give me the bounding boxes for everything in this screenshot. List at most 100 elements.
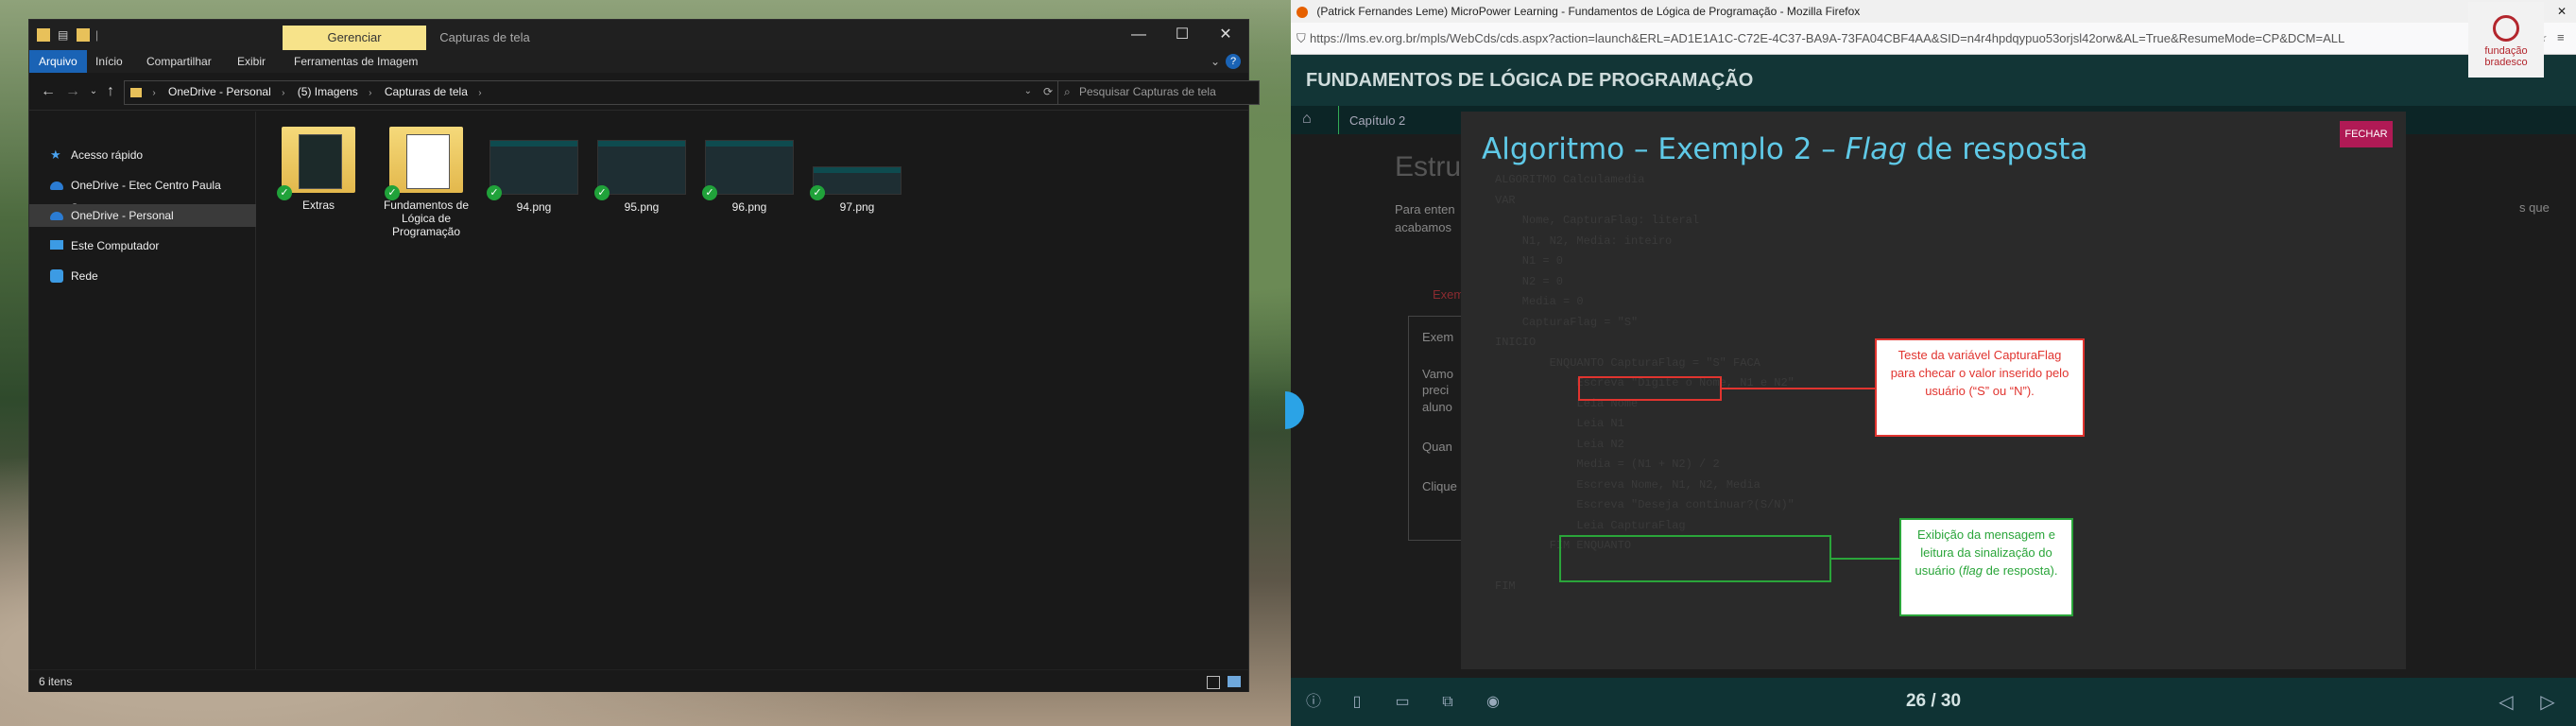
file-item-fundamentos[interactable]: ✓ Fundamentos de Lógica de Programação — [375, 127, 477, 238]
breadcrumb-onedrive[interactable]: OneDrive - Personal — [168, 81, 271, 102]
nav-item-label: OneDrive - Personal — [71, 209, 174, 222]
file-name: 95.png — [624, 200, 660, 214]
lesson-paragraph-fragment: s que — [2519, 200, 2550, 215]
file-name: Fundamentos de Lógica de Programação — [383, 199, 470, 238]
address-dropdown-icon[interactable]: ⌄ — [1024, 81, 1032, 102]
quick-access-dropdown-icon[interactable]: | — [95, 28, 109, 42]
save-icon[interactable]: ▤ — [58, 28, 71, 42]
folder-icon — [282, 127, 355, 193]
synced-check-icon: ✓ — [277, 185, 292, 200]
page-indicator: 26 / 30 — [1905, 691, 1962, 711]
close-button[interactable]: ✕ — [2557, 0, 2567, 23]
new-folder-icon[interactable] — [77, 28, 90, 42]
lesson-card: Exem Vamo preci aluno Quan Clique — [1408, 316, 1467, 541]
document-icon[interactable]: ▯ — [1348, 693, 1366, 712]
info-icon[interactable]: ⓘ — [1304, 693, 1323, 712]
file-name: 96.png — [731, 200, 767, 214]
large-icons-view-icon[interactable] — [1228, 676, 1241, 687]
fundacao-bradesco-logo: fundação bradesco — [2468, 2, 2544, 78]
tab-exibir[interactable]: Exibir — [228, 50, 275, 73]
chevron-right-icon: › — [369, 88, 372, 98]
example-modal: Algoritmo – Exemplo 2 – Flag de resposta… — [1461, 112, 2406, 669]
tab-ferramentas-de-imagem[interactable]: Ferramentas de Imagem — [284, 50, 427, 73]
nav-item-onedrive-etec[interactable]: OneDrive - Etec Centro Paula Souza — [29, 174, 256, 215]
menu-icon[interactable]: ≡ — [2557, 30, 2565, 44]
file-name: 97.png — [839, 200, 875, 214]
nav-item-onedrive-personal[interactable]: OneDrive - Personal — [29, 204, 256, 227]
back-icon[interactable]: ← — [39, 82, 58, 101]
synced-check-icon: ✓ — [702, 185, 717, 200]
tab-gerenciar[interactable]: Gerenciar — [283, 26, 426, 50]
file-explorer-window: ▤ | Gerenciar Capturas de tela — ☐ ✕ Arq… — [28, 19, 1260, 692]
highlight-box-enquanto — [1578, 376, 1722, 401]
network-icon — [50, 269, 63, 283]
close-modal-button[interactable]: FECHAR — [2340, 121, 2393, 147]
nav-item-rede[interactable]: Rede — [29, 265, 256, 287]
search-input[interactable]: ⌕ Pesquisar Capturas de tela — [1057, 80, 1260, 105]
card-line: preci — [1422, 383, 1450, 397]
modal-title: Algoritmo – Exemplo 2 – Flag de resposta — [1482, 132, 2088, 166]
tab-compartilhar[interactable]: Compartilhar — [137, 50, 221, 73]
address-row: ← → ⌄ ↑ › OneDrive - Personal › (5) Imag… — [29, 73, 1260, 111]
url-text: https://lms.ev.org.br/mpls/WebCds/cds.as… — [1310, 31, 2345, 45]
address-bar[interactable]: › OneDrive - Personal › (5) Imagens › Ca… — [124, 80, 1061, 105]
item-count: 6 itens — [39, 675, 73, 688]
firefox-logo-icon — [1297, 6, 1308, 18]
chevron-right-icon: › — [282, 88, 285, 98]
tab-arquivo[interactable]: Arquivo — [29, 50, 87, 73]
nav-item-acesso-rapido[interactable]: ★ Acesso rápido — [29, 144, 256, 166]
cloud-icon — [50, 212, 63, 220]
breadcrumb-chapter[interactable]: Capítulo 2 — [1349, 113, 1405, 128]
previous-icon[interactable]: ◁ — [2497, 693, 2516, 712]
url-field[interactable]: https://lms.ev.org.br/mpls/WebCds/cds.as… — [1310, 27, 2491, 50]
nav-item-label: Este Computador — [71, 239, 160, 252]
folder-icon — [37, 28, 50, 42]
next-icon[interactable]: ▷ — [2538, 693, 2557, 712]
star-icon: ★ — [50, 147, 61, 162]
breadcrumb-capturas[interactable]: Capturas de tela — [385, 81, 468, 102]
lesson-tab[interactable]: Exem — [1433, 287, 1464, 302]
file-item-extras[interactable]: ✓ Extras — [267, 127, 369, 212]
explorer-titlebar: ▤ | Gerenciar Capturas de tela — ☐ ✕ — [29, 20, 1248, 50]
callout-connector-green — [1831, 558, 1899, 560]
chevron-right-icon: › — [478, 88, 482, 98]
synced-check-icon: ✓ — [594, 185, 610, 200]
card-line: Quan — [1422, 440, 1452, 454]
recent-locations-icon[interactable]: ⌄ — [84, 82, 103, 101]
file-item-94-png[interactable]: ✓ 94.png — [483, 127, 585, 214]
up-icon[interactable]: ↑ — [101, 82, 120, 101]
nav-item-este-computador[interactable]: Este Computador — [29, 234, 256, 257]
breadcrumb-imagens[interactable]: (5) Imagens — [298, 81, 358, 102]
export-icon[interactable]: ⧉ — [1438, 693, 1457, 712]
file-item-96-png[interactable]: ✓ 96.png — [698, 127, 800, 214]
refresh-icon[interactable]: ⟳ — [1043, 81, 1053, 102]
notes-icon[interactable]: ▭ — [1393, 693, 1412, 712]
minimize-button[interactable]: — — [1116, 20, 1161, 50]
home-icon[interactable]: ⌂ — [1302, 111, 1312, 128]
image-thumbnail — [489, 140, 578, 195]
file-list: ✓ Extras ✓ Fundamentos de Lógica de Prog… — [256, 112, 1248, 669]
card-title: Exem — [1422, 330, 1454, 344]
file-item-97-png[interactable]: ✓ 97.png — [806, 127, 908, 214]
forward-icon[interactable]: → — [63, 82, 82, 101]
course-title: FUNDAMENTOS DE LÓGICA DE PROGRAMAÇÃO — [1306, 70, 1754, 91]
close-button[interactable]: ✕ — [1203, 20, 1248, 50]
eye-icon[interactable]: ◉ — [1484, 693, 1503, 712]
tab-inicio[interactable]: Início — [86, 50, 132, 73]
card-line: Vamo — [1422, 367, 1453, 381]
maximize-button[interactable]: ☐ — [1159, 20, 1205, 50]
details-view-icon[interactable] — [1207, 676, 1220, 689]
file-item-95-png[interactable]: ✓ 95.png — [591, 127, 693, 214]
help-icon[interactable]: ? — [1226, 54, 1241, 69]
search-icon: ⌕ — [1064, 85, 1071, 98]
cloud-icon — [50, 182, 63, 190]
image-thumbnail — [597, 140, 686, 195]
highlight-box-flag-read — [1559, 535, 1831, 582]
chevron-right-icon: › — [152, 88, 156, 98]
synced-check-icon: ✓ — [385, 185, 400, 200]
navigation-pane: ★ Acesso rápido OneDrive - Etec Centro P… — [29, 112, 256, 669]
window-title: Capturas de tela — [439, 30, 530, 44]
url-bar-row: ⛉ https://lms.ev.org.br/mpls/WebCds/cds.… — [1291, 23, 2576, 55]
callout-flag-message: Exibição da mensagem e leitura da sinali… — [1899, 518, 2073, 616]
folder-icon — [389, 127, 463, 193]
